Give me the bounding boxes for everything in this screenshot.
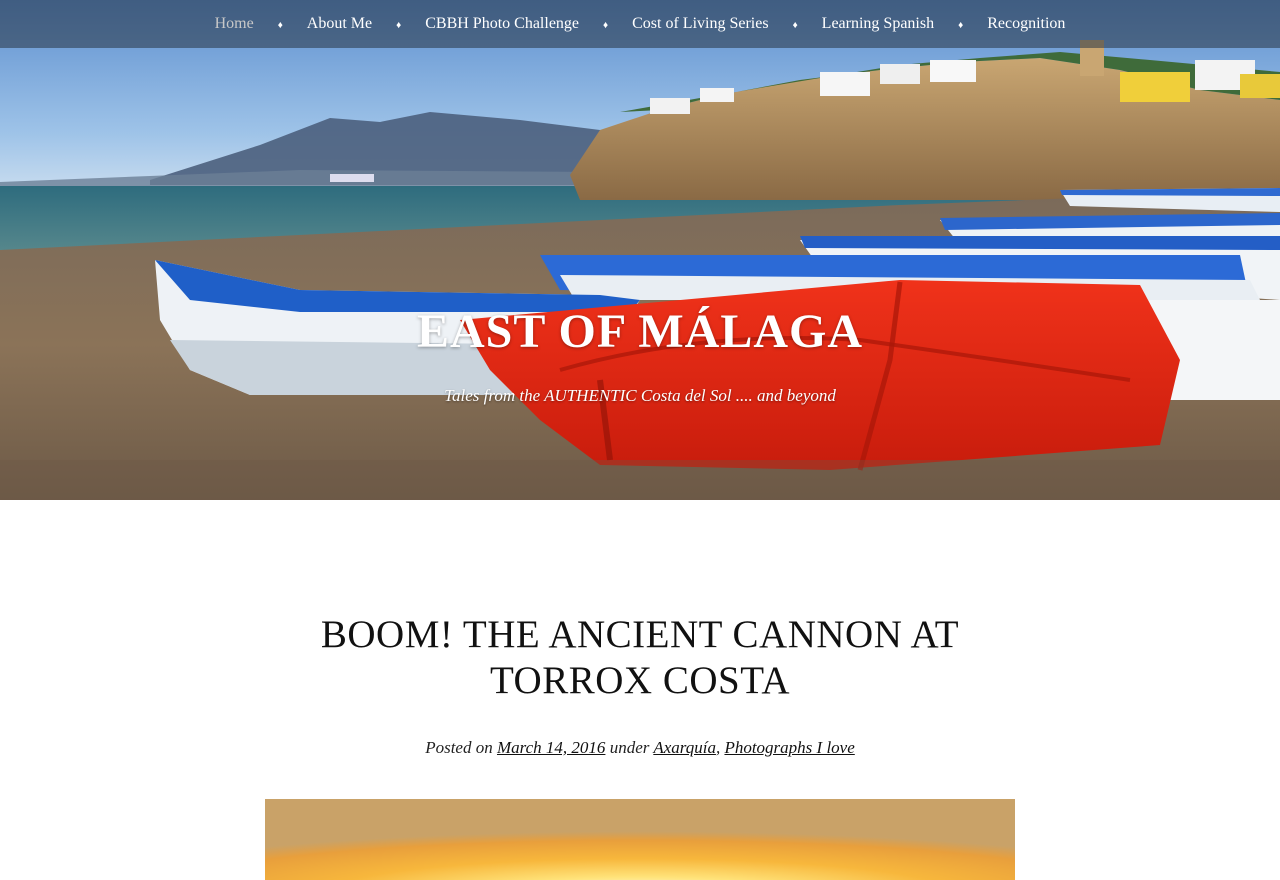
post-title: BOOM! THE ANCIENT CANNON AT TORROX COSTA (320, 613, 960, 702)
nav-item-cbbh-photo-challenge[interactable]: CBBH Photo Challenge (421, 15, 583, 33)
post-article: BOOM! THE ANCIENT CANNON AT TORROX COSTA… (0, 612, 1280, 758)
nav-item-home[interactable]: Home (211, 15, 258, 33)
nav-separator-icon: ♦ (277, 19, 283, 31)
category-link-photographs-i-love[interactable]: Photographs I love (724, 738, 854, 757)
nav-separator-icon: ♦ (396, 19, 402, 31)
post-date-link[interactable]: March 14, 2016 (497, 738, 605, 757)
site-header: Home ♦ About Me ♦ CBBH Photo Challenge ♦… (0, 0, 1280, 500)
sunset-image (265, 799, 1015, 880)
nav-separator-icon: ♦ (958, 19, 964, 31)
nav-item-about-me[interactable]: About Me (303, 15, 376, 33)
site-description: Tales from the AUTHENTIC Costa del Sol .… (444, 386, 836, 405)
site-branding: EAST OF MÁLAGA Tales from the AUTHENTIC … (0, 300, 1280, 406)
nav-item-learning-spanish[interactable]: Learning Spanish (818, 15, 938, 33)
category-separator: , (715, 738, 721, 757)
nav-item-recognition[interactable]: Recognition (983, 15, 1069, 33)
main-navigation: Home ♦ About Me ♦ CBBH Photo Challenge ♦… (0, 0, 1280, 48)
under-label: under (609, 738, 650, 757)
posted-on-label: Posted on (425, 738, 493, 757)
nav-item-cost-of-living-series[interactable]: Cost of Living Series (628, 15, 772, 33)
nav-separator-icon: ♦ (603, 19, 609, 31)
category-link-axarquia[interactable]: Axarquía (653, 738, 716, 757)
header-image (0, 0, 1280, 500)
featured-image (265, 799, 1015, 880)
post-meta: Posted on March 14, 2016 under Axarquía,… (0, 738, 1280, 758)
nav-separator-icon: ♦ (792, 19, 798, 31)
site-title-link[interactable]: EAST OF MÁLAGA (417, 300, 863, 364)
